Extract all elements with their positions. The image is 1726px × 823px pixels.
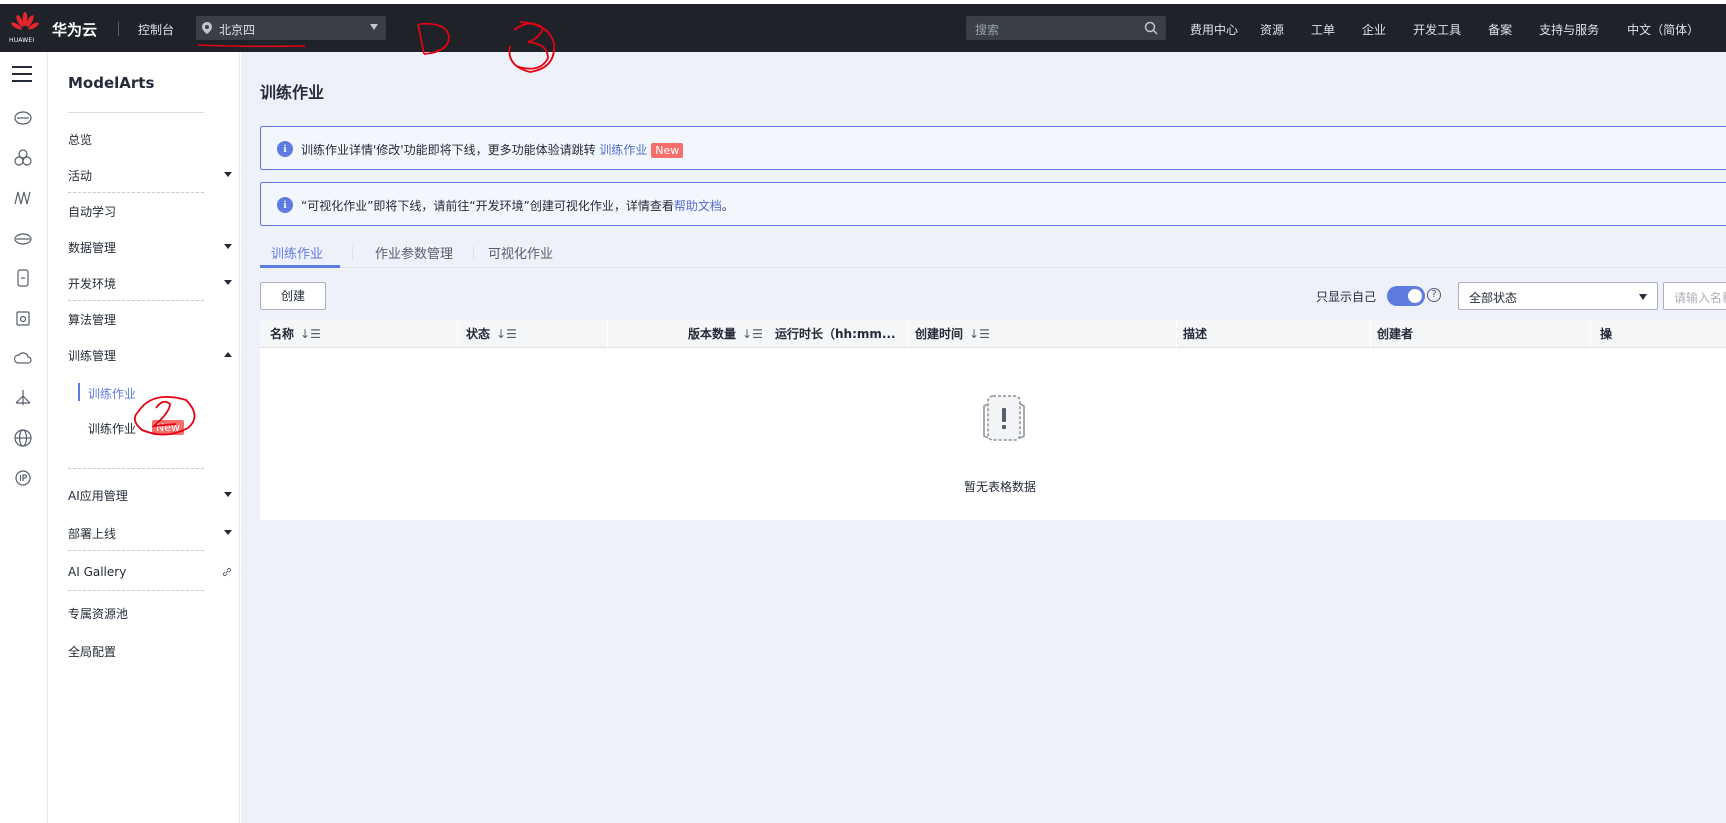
annotation-mark-3 xyxy=(508,21,555,73)
annotation-mark-2 xyxy=(133,396,196,436)
annotation-underline xyxy=(197,44,306,48)
red-annotation-overlay xyxy=(133,21,555,436)
annotation-mark-1 xyxy=(417,22,450,55)
